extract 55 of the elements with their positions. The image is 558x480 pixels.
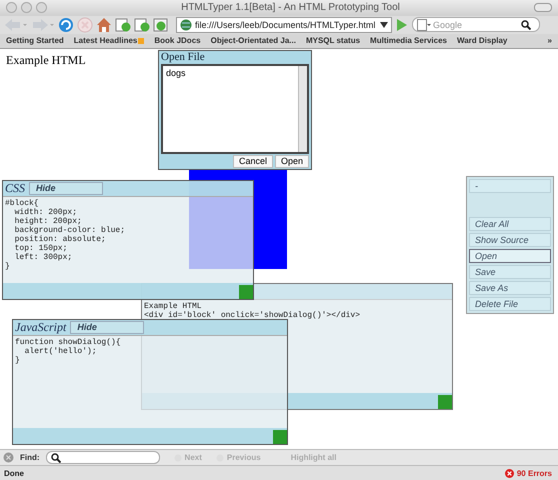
error-count[interactable]: 90 Errors <box>504 468 552 478</box>
home-icon[interactable] <box>96 16 112 33</box>
hide-button[interactable]: Hide <box>29 182 104 195</box>
dropdown-caret-icon[interactable] <box>380 22 388 28</box>
resize-handle[interactable] <box>239 284 253 299</box>
minimize-window-button[interactable] <box>21 2 32 14</box>
search-icon[interactable] <box>521 20 531 30</box>
bookmark-link[interactable]: Multimedia Services <box>370 36 447 46</box>
palette-button[interactable]: Show Source <box>469 232 551 247</box>
zoom-window-button[interactable] <box>36 2 47 14</box>
palette-button[interactable]: Open <box>469 248 551 263</box>
bookmark-link[interactable]: Book JDocs <box>154 36 201 46</box>
dialog-button[interactable]: Cancel <box>232 154 273 168</box>
dialog-button[interactable]: Open <box>274 154 309 168</box>
toolbar-toggle-button[interactable] <box>534 3 552 12</box>
status-text: Done <box>4 468 24 478</box>
bookmark-link[interactable]: MYSQL status <box>306 36 360 46</box>
window-title: HTMLTyper 1.1[Beta] - An HTML Prototyping Tool <box>180 2 401 14</box>
find-field[interactable] <box>46 451 160 464</box>
code-editor[interactable]: function showDialog(){ alert('hello'); } <box>13 336 287 367</box>
search-engine-icon[interactable] <box>417 18 431 31</box>
go-arrow-icon[interactable] <box>395 18 409 32</box>
palette-button[interactable]: Save <box>469 264 551 279</box>
close-window-button[interactable] <box>6 2 17 14</box>
sync-icon[interactable] <box>153 16 169 33</box>
page-add-icon[interactable] <box>115 16 131 33</box>
address-field[interactable]: file:///Users/leeb/Documents/HTMLTyper.html <box>176 16 392 33</box>
bookmark-link[interactable]: Getting Started <box>6 36 64 46</box>
reload-icon[interactable] <box>58 16 74 33</box>
code-editor[interactable]: Example HTML <div id='block' onclick='showDialog()'></div> <box>142 300 452 322</box>
bookmark-link[interactable]: Latest Headlines <box>74 36 144 46</box>
hide-button[interactable]: Hide <box>70 320 144 334</box>
feed-icon <box>138 38 144 44</box>
dialog-title: Open File <box>160 50 206 64</box>
code-editor[interactable]: #block{ width: 200px; height: 200px; background-color: blue; position: absolute; top: 150px; left: 300px; } <box>3 196 253 273</box>
find-label: Find: <box>20 453 40 462</box>
resize-handle[interactable] <box>438 394 452 409</box>
search-icon <box>50 452 61 463</box>
bookmark-link[interactable]: Ward Display <box>456 36 508 46</box>
file-item[interactable]: dogs <box>166 68 295 78</box>
resize-handle[interactable] <box>273 430 287 444</box>
panel-title: CSS <box>4 180 26 196</box>
error-icon <box>504 468 514 478</box>
page-heading: Example HTML <box>6 52 86 68</box>
page-copy-icon[interactable] <box>134 16 150 33</box>
palette-button[interactable]: Clear All <box>469 216 551 231</box>
palette-button[interactable]: Save As <box>469 280 551 295</box>
more-bookmarks-button[interactable]: » <box>548 36 552 46</box>
panel-title: JavaScript <box>14 320 66 335</box>
scrollbar[interactable] <box>298 66 307 152</box>
globe-icon <box>180 18 192 31</box>
palette-button[interactable]: Delete File <box>469 296 551 311</box>
palette-button[interactable]: - <box>469 178 551 193</box>
bookmark-link[interactable]: Object-Orientated Ja... <box>210 36 296 46</box>
close-icon[interactable] <box>3 452 14 464</box>
